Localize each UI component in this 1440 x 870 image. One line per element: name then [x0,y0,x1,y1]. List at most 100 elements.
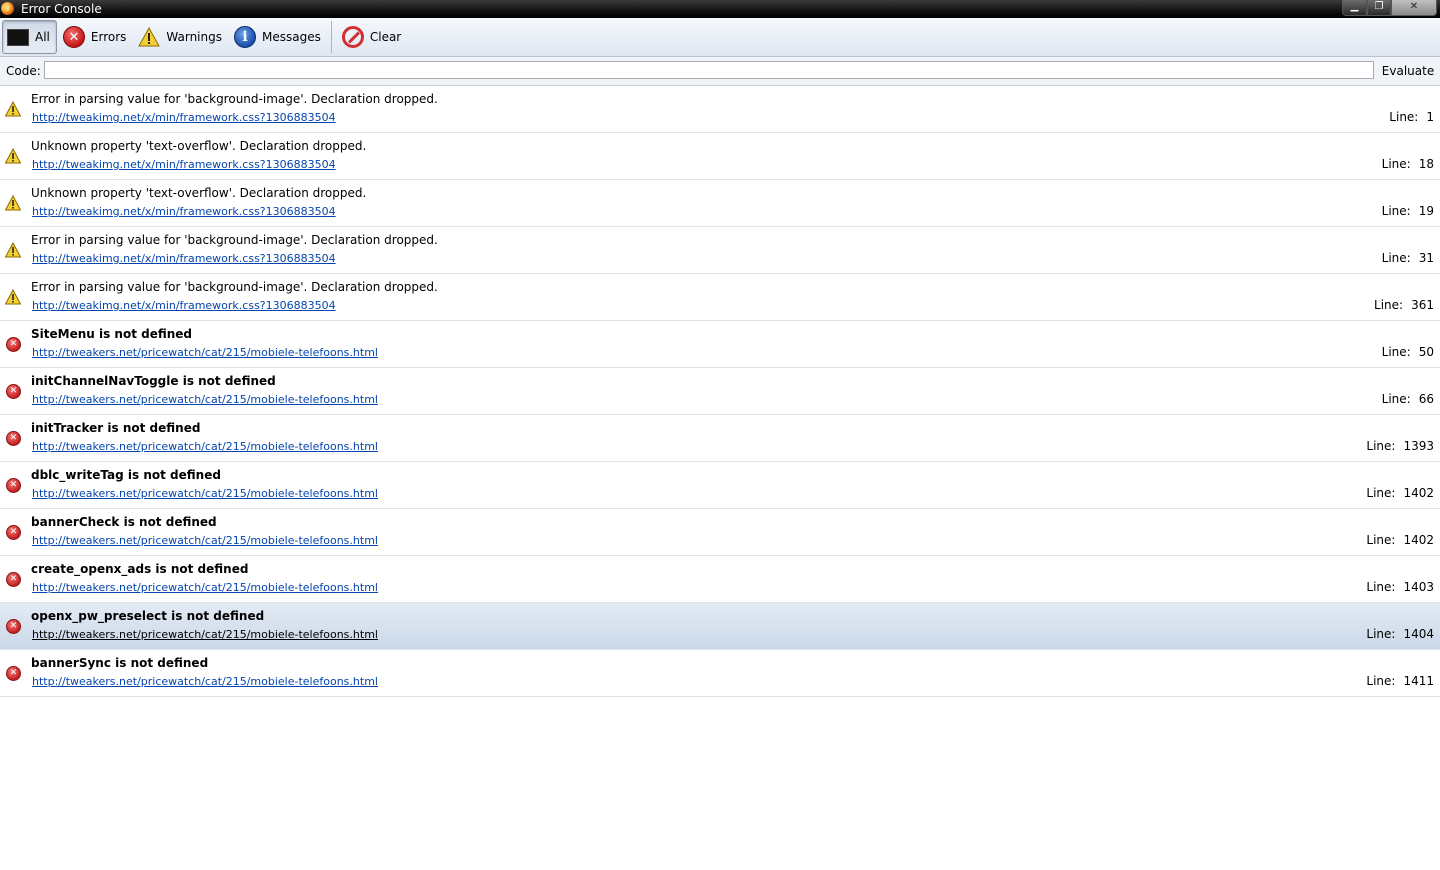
message-text: Unknown property 'text-overflow'. Declar… [31,139,367,153]
source-link[interactable]: http://tweakimg.net/x/min/framework.css?… [32,252,336,265]
line-label: Line: [1381,204,1411,218]
clear-button[interactable]: Clear [338,21,407,53]
error-icon: ✕ [6,478,21,493]
line-number: 50 [1418,345,1434,359]
error-icon: ✕ [6,431,21,446]
message-row[interactable]: ✕ create_openx_ads is not defined http:/… [0,556,1440,603]
error-icon: ✕ [6,525,21,540]
message-row[interactable]: Error in parsing value for 'background-i… [0,227,1440,274]
source-link[interactable]: http://tweakimg.net/x/min/framework.css?… [32,111,336,124]
clear-label: Clear [369,30,402,44]
source-link[interactable]: http://tweakers.net/pricewatch/cat/215/m… [32,346,378,359]
error-icon: ✕ [6,572,21,587]
message-row[interactable]: Error in parsing value for 'background-i… [0,274,1440,321]
error-icon: ✕ [62,26,85,48]
message-row[interactable]: ✕ openx_pw_preselect is not defined http… [0,603,1440,650]
message-text: SiteMenu is not defined [31,327,193,341]
line-label: Line: [1374,298,1404,312]
line-label: Line: [1381,345,1411,359]
filter-all-button[interactable]: All [2,20,57,54]
message-row[interactable]: ✕ dblc_writeTag is not defined http://tw… [0,462,1440,509]
line-number: 1404 [1403,627,1434,641]
line-label: Line: [1366,580,1396,594]
line-number: 1393 [1403,439,1434,453]
line-label: Line: [1366,533,1396,547]
line-label: Line: [1366,674,1396,688]
line-info: Line: 1 [1389,110,1434,124]
line-info: Line: 1393 [1366,439,1434,453]
message-text: bannerSync is not defined [31,656,209,670]
error-icon: ✕ [6,337,21,352]
source-link[interactable]: http://tweakimg.net/x/min/framework.css?… [32,205,336,218]
message-text: Error in parsing value for 'background-i… [31,92,438,106]
source-link[interactable]: http://tweakers.net/pricewatch/cat/215/m… [32,393,378,406]
filter-messages-label: Messages [262,30,321,44]
filter-messages-button[interactable]: i Messages [230,21,327,53]
console-icon [7,28,29,46]
source-link[interactable]: http://tweakers.net/pricewatch/cat/215/m… [32,487,378,500]
info-icon: i [234,26,256,48]
line-number: 1402 [1403,533,1434,547]
code-bar: Code: Evaluate [0,57,1440,86]
line-info: Line: 1411 [1366,674,1434,688]
message-text: initChannelNavToggle is not defined [31,374,276,388]
source-link[interactable]: http://tweakers.net/pricewatch/cat/215/m… [32,581,378,594]
line-label: Line: [1381,251,1411,265]
line-number: 1402 [1403,486,1434,500]
maximize-button[interactable]: ❐ [1367,0,1391,16]
message-row[interactable]: ✕ bannerCheck is not defined http://twea… [0,509,1440,556]
firefox-icon [1,2,14,15]
warning-icon [4,194,22,211]
line-number: 1 [1426,110,1434,124]
line-info: Line: 50 [1382,345,1434,359]
message-text: dblc_writeTag is not defined [31,468,221,482]
filter-warnings-button[interactable]: Warnings [134,21,228,53]
line-info: Line: 1404 [1366,627,1434,641]
message-row[interactable]: ✕ SiteMenu is not defined http://tweaker… [0,321,1440,368]
line-number: 361 [1411,298,1434,312]
line-number: 18 [1418,157,1434,171]
message-row[interactable]: ✕ bannerSync is not defined http://tweak… [0,650,1440,697]
line-info: Line: 1403 [1366,580,1434,594]
source-link[interactable]: http://tweakers.net/pricewatch/cat/215/m… [32,440,378,453]
message-text: Unknown property 'text-overflow'. Declar… [31,186,367,200]
message-text: bannerCheck is not defined [31,515,217,529]
line-info: Line: 18 [1382,157,1434,171]
message-list[interactable]: Error in parsing value for 'background-i… [0,86,1440,697]
source-link[interactable]: http://tweakimg.net/x/min/framework.css?… [32,299,336,312]
source-link[interactable]: http://tweakers.net/pricewatch/cat/215/m… [32,534,378,547]
error-icon: ✕ [6,666,21,681]
minimize-button[interactable]: ▁ [1342,0,1367,16]
error-icon: ✕ [6,619,21,634]
message-row[interactable]: Unknown property 'text-overflow'. Declar… [0,180,1440,227]
filter-warnings-label: Warnings [166,30,222,44]
line-number: 66 [1418,392,1434,406]
line-label: Line: [1366,486,1396,500]
filter-all-label: All [35,30,50,44]
window-title: Error Console [21,2,102,16]
line-label: Line: [1366,627,1396,641]
code-input[interactable] [44,61,1374,79]
message-row[interactable]: ✕ initChannelNavToggle is not defined ht… [0,368,1440,415]
line-info: Line: 1402 [1366,486,1434,500]
filter-errors-label: Errors [90,30,127,44]
source-link[interactable]: http://tweakimg.net/x/min/framework.css?… [32,158,336,171]
line-label: Line: [1381,392,1411,406]
message-row[interactable]: ✕ initTracker is not defined http://twea… [0,415,1440,462]
line-number: 31 [1418,251,1434,265]
line-label: Line: [1381,157,1411,171]
source-link[interactable]: http://tweakers.net/pricewatch/cat/215/m… [32,675,378,688]
message-row[interactable]: Unknown property 'text-overflow'. Declar… [0,133,1440,180]
close-button[interactable]: ✕ [1391,0,1437,16]
evaluate-button[interactable]: Evaluate [1380,61,1436,81]
warning-icon [4,147,22,164]
filter-errors-button[interactable]: ✕ Errors [59,21,133,53]
message-text: initTracker is not defined [31,421,201,435]
message-row[interactable]: Error in parsing value for 'background-i… [0,86,1440,133]
source-link[interactable]: http://tweakers.net/pricewatch/cat/215/m… [32,628,378,641]
warning-icon [4,288,22,305]
line-info: Line: 66 [1382,392,1434,406]
code-label: Code: [6,64,41,78]
message-text: Error in parsing value for 'background-i… [31,280,438,294]
toolbar: All ✕ Errors Warnings i Messages Clear [0,18,1440,57]
